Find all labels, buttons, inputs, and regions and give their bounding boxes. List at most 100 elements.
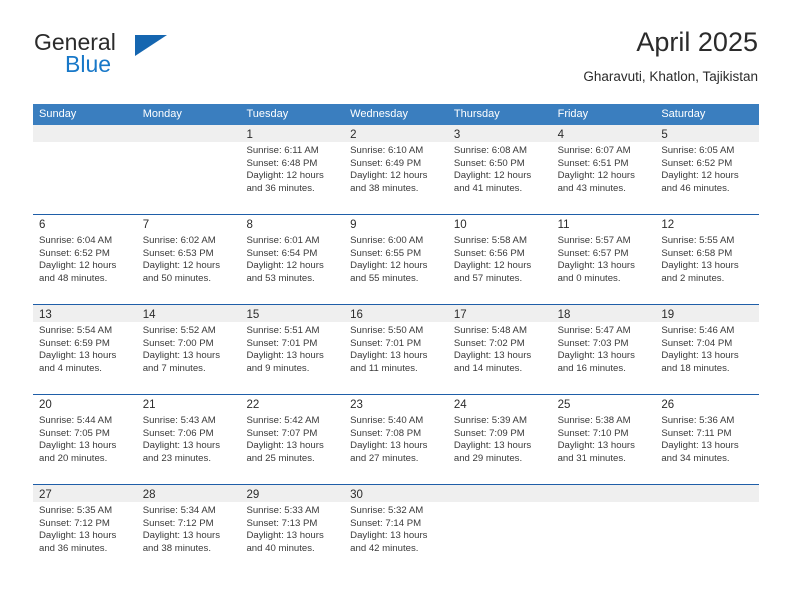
day-number: 6 bbox=[39, 219, 46, 231]
day-info: Sunrise: 6:02 AM Sunset: 6:53 PM Daylight:… bbox=[137, 232, 241, 285]
day-sunset-text: Sunset: 7:05 PM bbox=[39, 427, 110, 439]
day-sunrise-text: Sunrise: 5:32 AM bbox=[350, 505, 424, 516]
day-info: Sunrise: 5:50 AM Sunset: 7:01 PM Daylight:… bbox=[344, 322, 448, 375]
calendar-day-cell[interactable]: 17 Sunrise: 5:48 AM Sunset: 7:02 PM Dayligh… bbox=[447, 305, 552, 394]
day-daylight2-text: and 40 minutes. bbox=[246, 542, 315, 554]
day-daylight2-text: and 38 minutes. bbox=[142, 542, 211, 554]
day-sunset-text: Sunset: 6:53 PM bbox=[142, 247, 214, 259]
day-number-bar: 24 bbox=[447, 395, 552, 412]
day-daylight1-text: Daylight: 13 hours bbox=[142, 530, 221, 542]
day-sunrise-text: Sunrise: 6:07 AM bbox=[557, 145, 631, 156]
day-number: 12 bbox=[661, 219, 675, 231]
day-daylight2-text: and 42 minutes. bbox=[350, 542, 419, 554]
calendar-day-cell[interactable]: 6 Sunrise: 6:04 AM Sunset: 6:52 PM Daylight… bbox=[33, 215, 137, 304]
calendar-day-cell[interactable]: 3 Sunrise: 6:08 AM Sunset: 6:50 PM Daylight… bbox=[447, 125, 552, 214]
day-sunset-text: Sunset: 7:11 PM bbox=[661, 427, 732, 439]
day-info: Sunrise: 5:36 AM Sunset: 7:11 PM Daylight:… bbox=[655, 412, 759, 465]
day-daylight2-text: and 48 minutes. bbox=[39, 272, 108, 284]
calendar-day-cell[interactable]: 19 Sunrise: 5:46 AM Sunset: 7:04 PM Dayligh… bbox=[655, 305, 760, 394]
day-daylight1-text: Daylight: 13 hours bbox=[39, 530, 117, 542]
calendar-day-cell[interactable]: 29 Sunrise: 5:33 AM Sunset: 7:13 PM Dayligh… bbox=[240, 485, 345, 575]
day-daylight2-text: and 57 minutes. bbox=[453, 272, 523, 284]
day-sunrise-text: Sunrise: 5:52 AM bbox=[142, 325, 216, 336]
day-number: 16 bbox=[350, 309, 363, 321]
calendar-day-cell[interactable]: 24 Sunrise: 5:39 AM Sunset: 7:09 PM Dayligh… bbox=[447, 395, 552, 484]
day-daylight2-text: and 55 minutes. bbox=[350, 272, 419, 284]
day-daylight1-text: Daylight: 13 hours bbox=[661, 350, 739, 362]
day-info: Sunrise: 5:47 AM Sunset: 7:03 PM Daylight:… bbox=[552, 322, 656, 375]
calendar-day-cell[interactable]: 22 Sunrise: 5:42 AM Sunset: 7:07 PM Dayligh… bbox=[240, 395, 345, 484]
calendar-day-cell[interactable]: 11 Sunrise: 5:57 AM Sunset: 6:57 PM Dayligh… bbox=[551, 215, 656, 304]
day-daylight2-text: and 9 minutes. bbox=[246, 362, 310, 374]
day-number: 17 bbox=[453, 309, 467, 321]
day-number: 27 bbox=[39, 489, 52, 501]
day-daylight2-text: and 46 minutes. bbox=[661, 182, 730, 194]
day-number: 20 bbox=[39, 399, 52, 411]
calendar-day-cell[interactable]: 4 Sunrise: 6:07 AM Sunset: 6:51 PM Daylight… bbox=[551, 125, 656, 214]
day-daylight1-text: Daylight: 13 hours bbox=[350, 530, 428, 542]
day-number-bar: 8 bbox=[240, 215, 345, 232]
day-info: Sunrise: 5:57 AM Sunset: 6:57 PM Daylight:… bbox=[552, 232, 656, 285]
day-daylight2-text: and 50 minutes. bbox=[142, 272, 211, 284]
day-daylight2-text: and 25 minutes. bbox=[246, 452, 315, 464]
calendar-day-cell[interactable]: 12 Sunrise: 5:55 AM Sunset: 6:58 PM Dayligh… bbox=[655, 215, 760, 304]
weekday-header-saturday: Saturday bbox=[661, 108, 706, 120]
calendar-day-cell[interactable]: 13 Sunrise: 5:54 AM Sunset: 6:59 PM Dayligh… bbox=[33, 305, 137, 394]
day-daylight2-text: and 23 minutes. bbox=[142, 452, 211, 464]
day-number-bar: 1 bbox=[240, 125, 345, 142]
day-info: Sunrise: 5:38 AM Sunset: 7:10 PM Daylight:… bbox=[552, 412, 656, 465]
calendar-day-cell[interactable]: 28 Sunrise: 5:34 AM Sunset: 7:12 PM Dayligh… bbox=[136, 485, 241, 575]
day-number: 22 bbox=[246, 399, 260, 411]
day-daylight2-text: and 20 minutes. bbox=[39, 452, 108, 464]
calendar-day-cell-empty bbox=[136, 125, 241, 214]
day-number: 3 bbox=[453, 129, 461, 141]
calendar-day-cell[interactable]: 18 Sunrise: 5:47 AM Sunset: 7:03 PM Dayligh… bbox=[551, 305, 656, 394]
calendar-day-cell[interactable]: 8 Sunrise: 6:01 AM Sunset: 6:54 PM Daylight… bbox=[240, 215, 345, 304]
day-number-bar: 7 bbox=[136, 215, 241, 232]
calendar-day-cell[interactable]: 14 Sunrise: 5:52 AM Sunset: 7:00 PM Dayligh… bbox=[136, 305, 241, 394]
day-sunrise-text: Sunrise: 5:43 AM bbox=[142, 415, 216, 426]
day-sunset-text: Sunset: 7:01 PM bbox=[246, 337, 318, 349]
day-number-bar: 11 bbox=[551, 215, 656, 232]
calendar-day-cell[interactable]: 7 Sunrise: 6:02 AM Sunset: 6:53 PM Daylight… bbox=[136, 215, 241, 304]
day-daylight2-text: and 36 minutes. bbox=[39, 542, 108, 554]
weekday-header-wednesday: Wednesday bbox=[350, 108, 409, 120]
day-info: Sunrise: 5:42 AM Sunset: 7:07 PM Daylight:… bbox=[240, 412, 344, 465]
calendar-day-cell[interactable]: 1 Sunrise: 6:11 AM Sunset: 6:48 PM Daylight… bbox=[240, 125, 345, 214]
calendar-day-cell-empty bbox=[551, 485, 656, 575]
day-daylight1-text: Daylight: 13 hours bbox=[350, 350, 428, 362]
calendar-grid: Sunday Monday Tuesday Wednesday Thursday Frid… bbox=[33, 104, 760, 575]
calendar-day-cell[interactable]: 5 Sunrise: 6:05 AM Sunset: 6:52 PM Daylight… bbox=[655, 125, 760, 214]
calendar-day-cell[interactable]: 26 Sunrise: 5:36 AM Sunset: 7:11 PM Dayligh… bbox=[655, 395, 760, 484]
generalblue-logo[interactable]: General Blue bbox=[34, 30, 244, 82]
triangle-icon bbox=[135, 35, 167, 56]
calendar-day-cell[interactable]: 25 Sunrise: 5:38 AM Sunset: 7:10 PM Dayligh… bbox=[551, 395, 656, 484]
day-number-bar: 22 bbox=[240, 395, 345, 412]
day-daylight1-text: Daylight: 12 hours bbox=[246, 260, 324, 272]
day-sunset-text: Sunset: 6:52 PM bbox=[39, 247, 110, 259]
day-sunset-text: Sunset: 7:10 PM bbox=[557, 427, 629, 439]
calendar-day-cell[interactable]: 20 Sunrise: 5:44 AM Sunset: 7:05 PM Dayligh… bbox=[33, 395, 137, 484]
calendar-day-cell[interactable]: 10 Sunrise: 5:58 AM Sunset: 6:56 PM Dayligh… bbox=[447, 215, 552, 304]
calendar-day-cell[interactable]: 21 Sunrise: 5:43 AM Sunset: 7:06 PM Dayligh… bbox=[136, 395, 241, 484]
day-sunrise-text: Sunrise: 6:04 AM bbox=[39, 235, 113, 246]
calendar-day-cell[interactable]: 27 Sunrise: 5:35 AM Sunset: 7:12 PM Dayligh… bbox=[33, 485, 137, 575]
calendar-day-cell[interactable]: 16 Sunrise: 5:50 AM Sunset: 7:01 PM Dayligh… bbox=[344, 305, 448, 394]
calendar-day-cell-empty bbox=[447, 485, 552, 575]
day-sunset-text: Sunset: 7:08 PM bbox=[350, 427, 422, 439]
day-number-bar bbox=[655, 485, 760, 502]
day-daylight1-text: Daylight: 13 hours bbox=[350, 440, 428, 452]
day-daylight1-text: Daylight: 13 hours bbox=[453, 440, 532, 452]
calendar-day-cell[interactable]: 15 Sunrise: 5:51 AM Sunset: 7:01 PM Dayligh… bbox=[240, 305, 345, 394]
calendar-day-cell[interactable]: 30 Sunrise: 5:32 AM Sunset: 7:14 PM Dayligh… bbox=[344, 485, 448, 575]
day-daylight2-text: and 4 minutes. bbox=[39, 362, 102, 374]
calendar-week-row: 13 Sunrise: 5:54 AM Sunset: 6:59 PM Dayligh… bbox=[33, 305, 760, 395]
calendar-day-cell[interactable]: 23 Sunrise: 5:40 AM Sunset: 7:08 PM Dayligh… bbox=[344, 395, 448, 484]
day-number-bar bbox=[136, 125, 241, 142]
day-number-bar: 15 bbox=[240, 305, 345, 322]
day-number: 8 bbox=[246, 219, 253, 231]
calendar-day-cell[interactable]: 2 Sunrise: 6:10 AM Sunset: 6:49 PM Daylight… bbox=[344, 125, 448, 214]
calendar-day-cell[interactable]: 9 Sunrise: 6:00 AM Sunset: 6:55 PM Daylight… bbox=[344, 215, 448, 304]
day-number-bar: 27 bbox=[33, 485, 137, 502]
day-number-bar bbox=[33, 125, 137, 142]
